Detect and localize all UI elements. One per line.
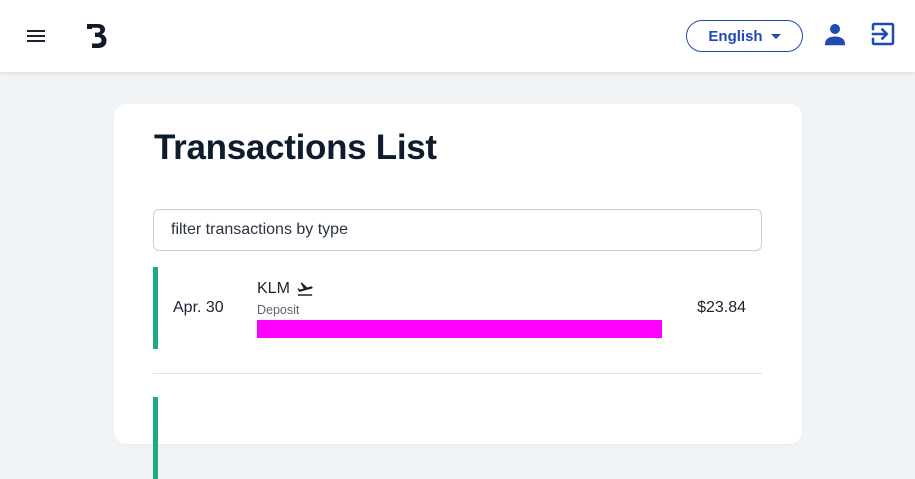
language-label: English [708,27,763,45]
row-divider [153,373,762,374]
top-app-bar: English [0,0,915,72]
chevron-down-icon [770,33,781,39]
transaction-status-bar [153,397,158,479]
brand-logo[interactable] [86,23,108,49]
transaction-merchant-name: KLM [257,280,290,297]
user-icon [825,24,845,46]
transaction-date: Apr. 30 [173,299,224,316]
transaction-amount: $23.84 [697,299,746,316]
transactions-card: Transactions List Apr. 30 KLM Deposit $2… [114,104,802,479]
menu-icon [27,30,45,42]
transaction-row[interactable] [153,397,762,479]
transaction-merchant: KLM [257,280,314,298]
page-title: Transactions List [154,128,437,167]
menu-button[interactable] [24,24,48,48]
language-selector[interactable]: English [686,20,803,52]
brand-logo-icon [87,24,107,48]
user-account-button[interactable] [820,19,850,49]
filter-transactions-input[interactable] [153,209,762,251]
transaction-status-bar [153,267,158,349]
transaction-row[interactable]: Apr. 30 KLM Deposit $23.84 [153,267,762,349]
transaction-highlight-bar [257,320,662,338]
transaction-type: Deposit [257,303,300,317]
logout-button[interactable] [868,19,898,49]
airplane-departure-icon [297,282,313,296]
logout-icon [871,22,895,46]
